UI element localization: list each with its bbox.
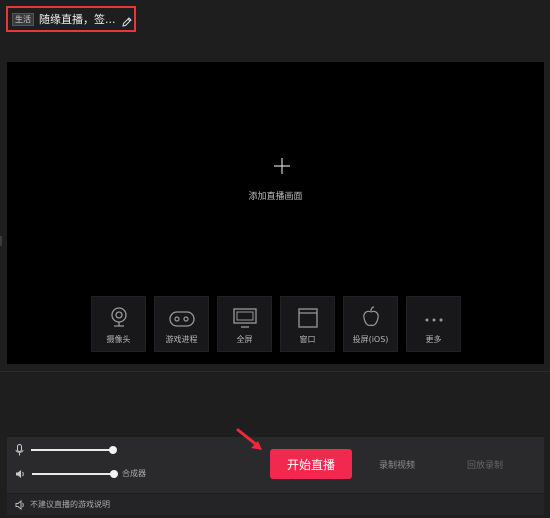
mixer-label[interactable]: 合成器	[122, 468, 146, 479]
source-webcam-label: 摄像头	[106, 335, 131, 344]
source-window-label: 窗口	[299, 335, 316, 344]
source-fullscreen-button[interactable]: 全屏	[217, 296, 272, 352]
speaker-volume-row: 合成器	[15, 468, 146, 479]
source-game-label: 游戏进程	[165, 335, 198, 344]
microphone-icon[interactable]	[15, 444, 24, 456]
source-window-button[interactable]: 窗口	[280, 296, 335, 352]
live-preview-area[interactable]: 添加直播画面 摄像头 游戏进程 全屏 窗口 投屏(iOS) 更多	[7, 62, 544, 364]
category-tag[interactable]: 生活	[12, 12, 34, 26]
room-title[interactable]: 随缘直播，签...	[39, 11, 116, 27]
add-source-plus-icon[interactable]	[273, 157, 291, 175]
divider	[0, 371, 550, 372]
add-source-label: 添加直播画面	[248, 192, 303, 202]
pencil-icon[interactable]	[121, 13, 133, 27]
webcam-icon	[110, 307, 127, 327]
monitor-icon	[232, 308, 257, 328]
source-ios-cast-button[interactable]: 投屏(iOS)	[343, 296, 398, 352]
mic-volume-row	[15, 444, 117, 456]
notice-text[interactable]: 不建议直播的游戏说明	[30, 499, 110, 510]
annotation-arrow-icon	[236, 428, 262, 450]
speaker-notice-icon	[15, 499, 24, 510]
mic-volume-slider[interactable]	[31, 446, 117, 454]
source-fullscreen-label: 全屏	[236, 335, 253, 344]
start-live-button[interactable]: 开始直播	[270, 449, 352, 479]
source-game-button[interactable]: 游戏进程	[154, 296, 209, 352]
mic-volume-knob[interactable]	[109, 446, 117, 454]
apple-icon	[362, 306, 379, 327]
source-webcam-button[interactable]: 摄像头	[91, 296, 146, 352]
record-video-link[interactable]: 录制视频	[379, 458, 415, 471]
collapse-handle[interactable]	[0, 236, 2, 246]
source-ios-cast-label: 投屏(iOS)	[352, 335, 389, 344]
speaker-volume-slider[interactable]	[32, 469, 118, 478]
playback-record-link[interactable]: 回放录制	[467, 458, 503, 471]
source-more-label: 更多	[425, 335, 442, 344]
notice-bar: 不建议直播的游戏说明	[7, 494, 544, 515]
speaker-volume-knob[interactable]	[110, 469, 118, 478]
gamepad-icon	[168, 311, 195, 327]
window-icon	[297, 308, 318, 328]
source-buttons: 摄像头 游戏进程 全屏 窗口 投屏(iOS) 更多	[91, 296, 461, 352]
source-more-button[interactable]: 更多	[406, 296, 461, 352]
control-panel: 合成器 开始直播 录制视频 回放录制	[7, 437, 544, 493]
room-title-bar[interactable]: 生活 随缘直播，签...	[6, 6, 136, 32]
more-icon	[425, 318, 442, 322]
speaker-icon[interactable]	[15, 469, 25, 479]
